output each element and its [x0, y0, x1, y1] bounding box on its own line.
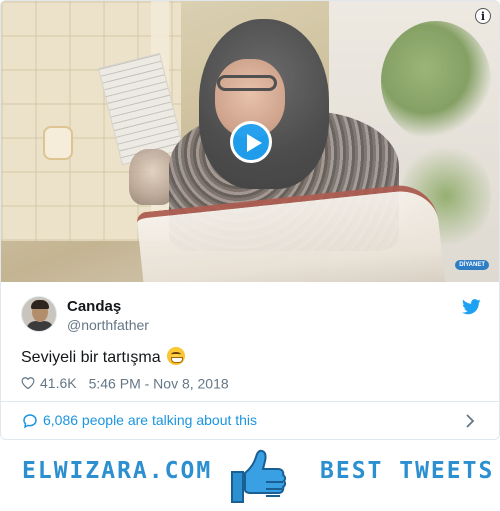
tweet-timestamp[interactable]: 5:46 PM - Nov 8, 2018 [89, 375, 229, 391]
chevron-right-icon[interactable] [465, 414, 475, 428]
tweet-meta: 41.6K 5:46 PM - Nov 8, 2018 [21, 373, 229, 391]
site-name[interactable]: ELWIZARA.COM [22, 458, 212, 484]
author-name[interactable]: Candaş [67, 298, 121, 315]
avatar-hair [31, 300, 49, 309]
author-handle[interactable]: @northfather [67, 317, 149, 333]
avatar[interactable] [21, 296, 57, 332]
tweet-card[interactable]: i DİYANET Candaş @northfather Seviyeli b… [0, 0, 500, 440]
heart-icon[interactable] [21, 376, 35, 390]
info-icon[interactable]: i [475, 8, 491, 24]
channel-logo: DİYANET [455, 260, 489, 270]
tweet-body: Seviyeli bir tartışma [21, 347, 185, 367]
best-tweets-label: BEST TWEETS [320, 458, 495, 484]
like-count[interactable]: 41.6K [40, 375, 77, 391]
grinning-face-emoji-icon [166, 347, 185, 365]
avatar-shirt [26, 321, 54, 331]
twitter-bird-icon[interactable] [462, 299, 481, 315]
play-icon [247, 134, 262, 152]
talking-about-label[interactable]: 6,086 people are talking about this [43, 412, 257, 428]
tweet-text: Seviyeli bir tartışma [21, 349, 161, 366]
chat-bubble-icon [23, 414, 37, 429]
promo-banner: ELWIZARA.COM BEST TWEETS [0, 441, 500, 511]
thumbs-up-icon [231, 449, 287, 503]
play-button[interactable] [230, 121, 272, 163]
talking-about-link[interactable]: 6,086 people are talking about this [1, 402, 499, 438]
tweet-author[interactable]: Candaş @northfather [21, 296, 481, 336]
video-player[interactable]: i DİYANET [1, 1, 499, 282]
